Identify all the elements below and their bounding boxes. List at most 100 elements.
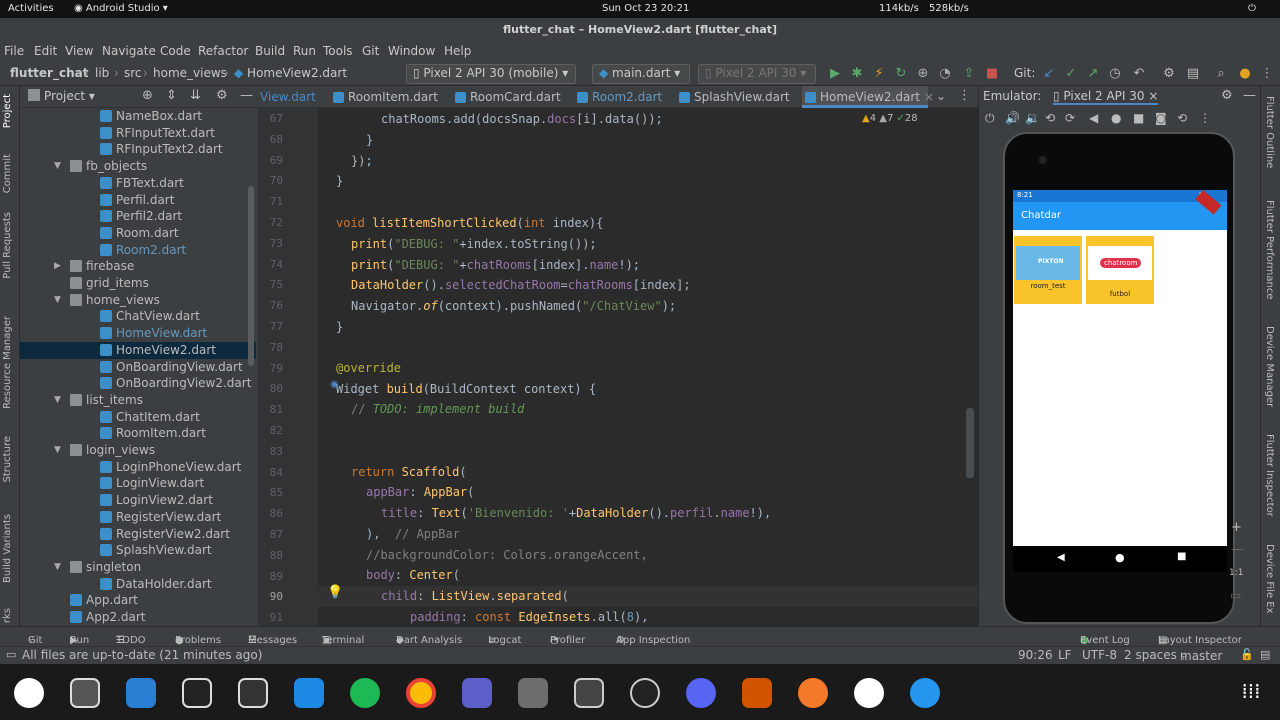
chevron-right-icon[interactable]: ▶ bbox=[54, 258, 61, 275]
tab-roomcard[interactable]: RoomCard.dart bbox=[452, 86, 570, 108]
dock-writer-icon[interactable] bbox=[126, 678, 156, 708]
tool-project[interactable]: Project bbox=[2, 94, 13, 128]
dock-fonts-icon[interactable] bbox=[574, 678, 604, 708]
close-tab-icon[interactable]: × bbox=[1148, 89, 1158, 103]
project-view-selector[interactable]: Project ▾ bbox=[44, 89, 95, 103]
tool-bookmarks[interactable]: rks bbox=[2, 608, 13, 623]
tree-scrollbar[interactable] bbox=[248, 186, 254, 366]
emu-more-icon[interactable]: ⋮ bbox=[1199, 111, 1211, 125]
emu-overview-icon[interactable]: ■ bbox=[1133, 111, 1144, 125]
zoom-in-icon[interactable]: + bbox=[1231, 520, 1242, 535]
activities-button[interactable]: Activities bbox=[8, 3, 54, 14]
tree-folder[interactable]: ▼ home_views bbox=[20, 292, 256, 309]
dock-discord-icon[interactable] bbox=[686, 678, 716, 708]
dock-spotify-icon[interactable] bbox=[350, 678, 380, 708]
settings-icon[interactable]: ⚙ bbox=[1160, 65, 1178, 83]
tab-splashview[interactable]: SplashView.dart bbox=[676, 86, 800, 108]
menu-build[interactable]: Build bbox=[255, 44, 285, 58]
collapse-icon[interactable]: ⇕ bbox=[166, 88, 177, 103]
rollback-icon[interactable]: ↶ bbox=[1130, 65, 1148, 83]
tree-file[interactable]: LoginView.dart bbox=[20, 475, 256, 492]
emu-volume-up-icon[interactable]: 🔊 bbox=[1005, 111, 1020, 125]
menu-window[interactable]: Window bbox=[388, 44, 435, 58]
profile-icon[interactable]: ◔ bbox=[936, 65, 954, 83]
tree-file[interactable]: DataHolder.dart bbox=[20, 576, 256, 593]
tree-folder[interactable]: ▼ login_views bbox=[20, 442, 256, 459]
tree-file[interactable]: RegisterView.dart bbox=[20, 509, 256, 526]
zoom-actual-button[interactable]: 1:1 bbox=[1229, 568, 1243, 578]
tree-file[interactable]: ChatItem.dart bbox=[20, 409, 256, 426]
nav-back-icon[interactable]: ◀ bbox=[1057, 552, 1065, 563]
show-apps-icon[interactable]: ⁞⁞⁞ bbox=[1238, 678, 1264, 704]
dock-vscode-icon[interactable] bbox=[294, 678, 324, 708]
room-card[interactable]: PIXTON room_test bbox=[1014, 236, 1082, 304]
hide-panel-icon[interactable]: — bbox=[1243, 88, 1256, 103]
tree-file[interactable]: OnBoardingView.dart bbox=[20, 359, 256, 376]
dock-terminal-icon[interactable] bbox=[182, 678, 212, 708]
clock[interactable]: Sun Oct 23 20:21 bbox=[602, 3, 689, 14]
options-icon[interactable]: ⚙ bbox=[216, 88, 228, 103]
project-structure-icon[interactable]: ▤ bbox=[1184, 65, 1202, 83]
tree-file[interactable]: ChatView.dart bbox=[20, 308, 256, 325]
tree-folder[interactable]: ▼ singleton bbox=[20, 559, 256, 576]
chevron-down-icon[interactable]: ▼ bbox=[54, 392, 61, 409]
breadcrumb-lib[interactable]: lib bbox=[95, 66, 109, 80]
stop-icon[interactable]: ■ bbox=[983, 65, 1001, 83]
dock-blender-icon[interactable] bbox=[798, 678, 828, 708]
breadcrumb-home-views[interactable]: home_views bbox=[153, 66, 227, 80]
tree-file[interactable]: FBText.dart bbox=[20, 175, 256, 192]
code-area[interactable]: chatRooms.add(docsSnap.docs[i].data()); … bbox=[258, 108, 978, 626]
tab-roomitem[interactable]: RoomItem.dart bbox=[330, 86, 450, 108]
tree-file[interactable]: OnBoardingView2.dart bbox=[20, 375, 256, 392]
emu-volume-down-icon[interactable]: 🔉 bbox=[1025, 111, 1040, 125]
tool-commit[interactable]: Commit bbox=[2, 154, 13, 193]
menu-help[interactable]: Help bbox=[444, 44, 471, 58]
dock-docker-icon[interactable] bbox=[910, 678, 940, 708]
menu-run[interactable]: Run bbox=[293, 44, 316, 58]
inspection-widget[interactable]: ▲4 ▲7 ✓28 bbox=[862, 113, 918, 124]
dock-restart-icon[interactable] bbox=[14, 678, 44, 708]
close-tab-icon[interactable]: × bbox=[924, 90, 934, 104]
tree-file[interactable]: Room.dart bbox=[20, 225, 256, 242]
zoom-out-icon[interactable]: — bbox=[1231, 542, 1244, 557]
chevron-down-icon[interactable]: ▼ bbox=[54, 559, 61, 576]
dock-teams-icon[interactable] bbox=[462, 678, 492, 708]
expand-all-icon[interactable]: ⇊ bbox=[190, 88, 201, 103]
tab-homeview2[interactable]: HomeView2.dart × bbox=[802, 86, 934, 108]
hot-reload-icon[interactable]: ⚡ bbox=[870, 65, 888, 83]
chevron-down-icon[interactable]: ▼ bbox=[54, 158, 61, 175]
menu-edit[interactable]: Edit bbox=[34, 44, 57, 58]
more-icon[interactable]: ⋮ bbox=[1258, 65, 1276, 83]
menu-tools[interactable]: Tools bbox=[323, 44, 353, 58]
emu-screenshot-icon[interactable]: ◙ bbox=[1155, 111, 1167, 125]
room-card[interactable]: chatroom futbol bbox=[1086, 236, 1154, 304]
breadcrumb-src[interactable]: src bbox=[124, 66, 142, 80]
tool-device-file-explorer[interactable]: Device File Ex bbox=[1264, 544, 1275, 614]
update-icon[interactable]: ● bbox=[1236, 65, 1254, 83]
emu-home-icon[interactable]: ● bbox=[1111, 111, 1121, 125]
tab-room2[interactable]: Room2.dart bbox=[574, 86, 674, 108]
tree-folder[interactable]: ▶ firebase bbox=[20, 258, 256, 275]
git-push-icon[interactable]: ↗ bbox=[1084, 65, 1102, 83]
chevron-down-icon[interactable]: ▼ bbox=[54, 292, 61, 309]
tool-flutter-performance[interactable]: Flutter Performance bbox=[1264, 200, 1275, 300]
menu-file[interactable]: File bbox=[4, 44, 24, 58]
editor-scrollbar[interactable] bbox=[966, 408, 974, 478]
menu-code[interactable]: Code bbox=[160, 44, 191, 58]
lock-icon[interactable]: 🔓 bbox=[1240, 648, 1254, 661]
menu-refactor[interactable]: Refactor bbox=[198, 44, 248, 58]
attach-icon[interactable]: ⊕ bbox=[914, 65, 932, 83]
nav-home-icon[interactable]: ● bbox=[1115, 551, 1125, 564]
tree-file[interactable]: RFInputText2.dart bbox=[20, 141, 256, 158]
tree-file[interactable]: RoomItem.dart bbox=[20, 425, 256, 442]
tree-file[interactable]: LoginView2.dart bbox=[20, 492, 256, 509]
emu-rotate-right-icon[interactable]: ⟳ bbox=[1065, 111, 1075, 125]
tool-flutter-outline[interactable]: Flutter Outline bbox=[1264, 96, 1275, 168]
tool-structure[interactable]: Structure bbox=[2, 436, 13, 483]
tree-file[interactable]: HomeView.dart bbox=[20, 325, 256, 342]
emu-snapshot-icon[interactable]: ⟲ bbox=[1177, 111, 1187, 125]
tree-file[interactable]: LoginPhoneView.dart bbox=[20, 459, 256, 476]
tree-file[interactable]: HomeView2.dart bbox=[20, 341, 256, 359]
menu-navigate[interactable]: Navigate bbox=[102, 44, 156, 58]
run-config-selector[interactable]: ◆ main.dart ▾ bbox=[592, 64, 690, 84]
